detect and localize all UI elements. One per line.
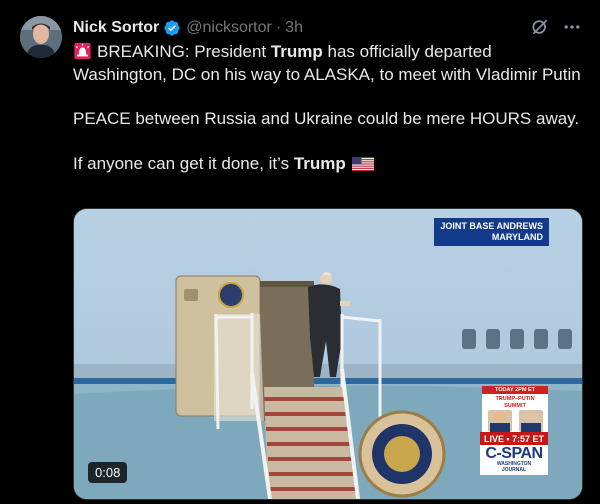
- location-badge: JOINT BASE ANDREWS MARYLAND: [434, 218, 549, 246]
- summit-graphic: TODAY 2PM ET TRUMP–PUTIN SUMMIT: [482, 386, 548, 433]
- line-1-bold: Trump: [270, 42, 323, 61]
- verified-badge-icon: [164, 20, 180, 36]
- post-line-3: If anyone can get it done, it’s Trump: [73, 153, 583, 176]
- video-player[interactable]: JOINT BASE ANDREWS MARYLAND TODAY 2PM ET…: [73, 208, 583, 500]
- portrait-left: [487, 410, 512, 432]
- summit-portraits: [482, 409, 548, 433]
- post-time[interactable]: 3h: [285, 19, 303, 37]
- network-name: C-SPAN: [485, 445, 543, 462]
- video-duration: 0:08: [88, 462, 128, 483]
- summit-title: TRUMP–PUTIN SUMMIT: [495, 396, 535, 409]
- top-actions: [530, 17, 582, 37]
- more-icon[interactable]: [562, 17, 582, 37]
- us-flag-icon: [351, 156, 374, 171]
- post-text: BREAKING: President Trump has officially…: [73, 41, 583, 175]
- line-3-pre: If anyone can get it done, it’s: [73, 153, 294, 173]
- post-header: Nick Sortor @nicksortor · 3h: [73, 17, 303, 39]
- post-line-2: PEACE between Russia and Ukraine could b…: [73, 109, 580, 128]
- network-sub-2: JOURNAL: [501, 466, 527, 473]
- tweet[interactable]: Nick Sortor @nicksortor · 3h BREAKING: P…: [0, 0, 600, 504]
- line-3-bold: Trump: [293, 153, 346, 173]
- live-time: 7:57: [511, 434, 530, 444]
- live-label: LIVE: [484, 434, 505, 444]
- separator: ·: [275, 19, 282, 36]
- avatar[interactable]: [20, 16, 62, 58]
- line-1-pre: BREAKING: President: [97, 42, 271, 61]
- rotating-light-icon: [74, 42, 91, 60]
- post-line-1: BREAKING: President Trump has officially…: [73, 41, 583, 86]
- live-dot: ▪: [506, 434, 510, 444]
- summit-header: TODAY 2PM ET: [482, 386, 548, 394]
- live-bar: LIVE ▪ 7:57 ET: [480, 432, 548, 446]
- network-logo: C-SPAN WASHINGTON JOURNAL: [480, 445, 548, 475]
- author-name[interactable]: Nick Sortor: [73, 19, 159, 37]
- grok-icon[interactable]: [530, 17, 550, 37]
- author-handle[interactable]: @nicksortor: [186, 19, 272, 37]
- live-zone: ET: [532, 434, 544, 444]
- portrait-right: [518, 410, 543, 432]
